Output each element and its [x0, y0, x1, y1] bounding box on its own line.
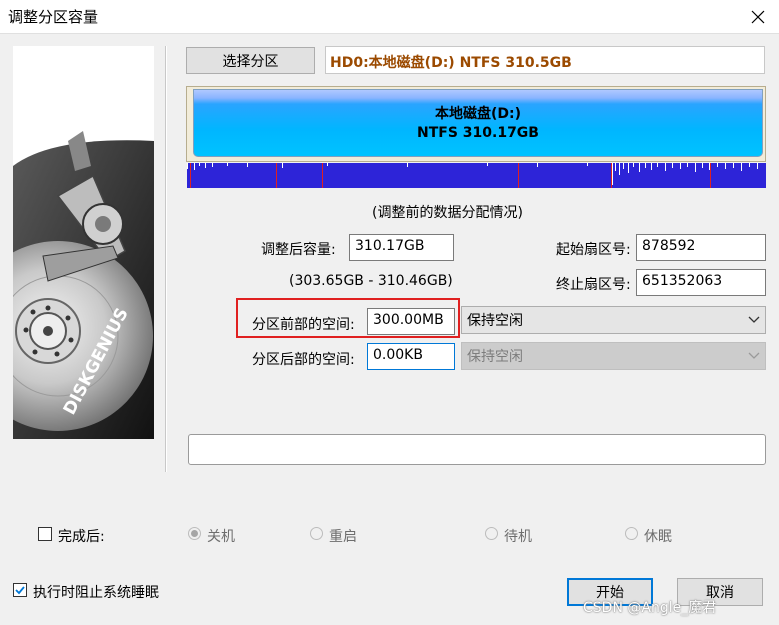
data-map-graphic [187, 163, 766, 188]
start-sector-label: 起始扇区号: [556, 242, 631, 258]
highlight-box [236, 298, 460, 338]
radio-shutdown[interactable] [188, 527, 201, 540]
radio-shutdown-label: 关机 [207, 529, 235, 545]
front-space-select[interactable]: 保持空闲 [461, 306, 766, 334]
radio-standby-label: 待机 [504, 529, 532, 545]
hdd-illustration: DISKGENIUS [13, 46, 154, 439]
after-complete-label: 完成后: [58, 529, 105, 545]
close-button[interactable] [736, 0, 779, 33]
partition-name: 本地磁盘(D:) [434, 106, 522, 122]
close-icon [751, 10, 764, 23]
select-partition-button[interactable]: 选择分区 [186, 47, 315, 74]
back-space-option: 保持空闲 [467, 349, 523, 365]
radio-restart[interactable] [310, 527, 323, 540]
prevent-sleep-checkbox[interactable] [13, 583, 27, 597]
partition-fs-size: NTFS 310.17GB [417, 125, 539, 141]
watermark: CSDN @Angle_魔君 [583, 600, 717, 616]
chevron-down-icon [748, 316, 760, 323]
new-size-input[interactable]: 310.17GB [349, 234, 454, 261]
prevent-sleep-label: 执行时阻止系统睡眠 [33, 585, 159, 601]
radio-hibernate-label: 休眠 [644, 529, 672, 545]
back-space-select[interactable]: 保持空闲 [461, 342, 766, 370]
vertical-separator [165, 46, 167, 472]
radio-selected-dot [191, 530, 198, 537]
end-sector-label: 终止扇区号: [556, 277, 631, 293]
after-complete-checkbox[interactable] [38, 527, 52, 541]
data-allocation-map [187, 163, 766, 188]
hard-disk-icon: DISKGENIUS [13, 131, 154, 439]
radio-restart-label: 重启 [329, 529, 357, 545]
end-sector-input[interactable]: 651352063 [636, 269, 766, 296]
start-sector-input[interactable]: 878592 [636, 234, 766, 261]
radio-hibernate[interactable] [625, 527, 638, 540]
window-title: 调整分区容量 [8, 8, 99, 26]
radio-standby[interactable] [485, 527, 498, 540]
size-range-text: (303.65GB - 310.46GB) [289, 273, 453, 289]
new-size-label: 调整后容量: [261, 242, 336, 258]
title-bar: 调整分区容量 [0, 0, 779, 33]
back-space-input[interactable]: 0.00KB [367, 343, 455, 370]
disk-title: HD0:本地磁盘(D:) NTFS 310.5GB [325, 46, 765, 74]
progress-bar [188, 434, 766, 465]
checkmark-icon [15, 586, 25, 595]
back-space-label: 分区后部的空间: [252, 352, 355, 368]
data-map-caption: (调整前的数据分配情况) [372, 205, 523, 221]
partition-label: 本地磁盘(D:) NTFS 310.17GB [193, 105, 763, 143]
front-space-option: 保持空闲 [467, 313, 523, 329]
chevron-down-icon [748, 352, 760, 359]
